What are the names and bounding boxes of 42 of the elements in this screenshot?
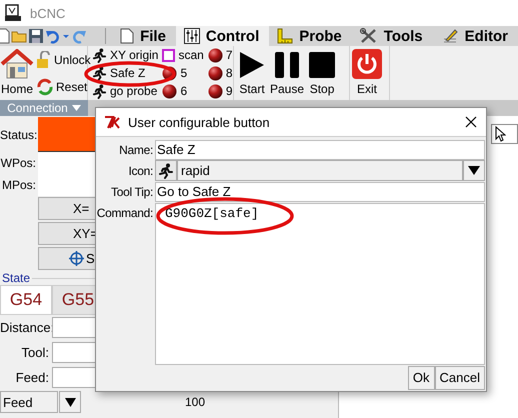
unlock-button[interactable]: Unlock xyxy=(36,50,91,68)
icon-dropdown[interactable]: rapid xyxy=(177,160,463,181)
field-label: Command: xyxy=(96,205,154,220)
home-button[interactable]: Home xyxy=(0,46,36,100)
field-label: Tool: xyxy=(20,345,50,360)
user-button[interactable]: go probe xyxy=(92,82,158,100)
dialog-title: User configurable button xyxy=(128,114,270,130)
reset-button[interactable]: Reset xyxy=(36,78,91,96)
dialog-button[interactable]: Cancel xyxy=(434,366,485,390)
override-value: 100 xyxy=(185,395,206,409)
field-label: Tool Tip: xyxy=(110,184,154,198)
name-field[interactable]: Safe Z xyxy=(155,140,485,160)
field-label: Icon: xyxy=(127,164,154,178)
window-title: bCNC xyxy=(30,6,66,20)
run-control-button[interactable]: Start xyxy=(236,46,268,100)
tab[interactable]: Control xyxy=(176,26,270,46)
user-button[interactable]: 5 xyxy=(162,64,204,82)
run-control-button[interactable]: Pause xyxy=(268,46,306,100)
tab[interactable]: Tools xyxy=(352,26,433,46)
dialog-button[interactable]: Ok xyxy=(408,366,435,390)
mpos-label: MPos: xyxy=(0,174,38,196)
tab[interactable]: Editor xyxy=(432,26,518,46)
command-field[interactable]: G90G0Z[safe] xyxy=(155,203,485,365)
tab[interactable]: Probe xyxy=(269,26,352,46)
feed-mode-dropdown[interactable]: Feed xyxy=(0,391,58,413)
tooltip-field[interactable]: Go to Safe Z xyxy=(155,182,485,202)
status-label: Status: xyxy=(0,128,38,142)
wpos-label: WPos: xyxy=(0,152,38,174)
user-button[interactable]: 7 xyxy=(208,46,233,64)
user-button[interactable]: 6 xyxy=(162,82,204,100)
user-button[interactable]: 8 xyxy=(208,64,233,82)
field-label: Name: xyxy=(118,142,154,156)
field-label: Distance: xyxy=(0,320,52,335)
user-button[interactable]: XY origin xyxy=(92,46,158,64)
user-button[interactable]: 9 xyxy=(208,82,233,100)
tab[interactable]: File xyxy=(112,26,176,46)
user-button[interactable]: scan xyxy=(162,46,204,64)
run-control-button[interactable]: Stop xyxy=(306,46,338,100)
section-title: State xyxy=(2,271,30,285)
field-label: Feed: xyxy=(14,370,50,385)
exit-button[interactable]: Exit xyxy=(350,46,384,100)
coordinate-system-tab[interactable]: G54 xyxy=(0,285,52,315)
